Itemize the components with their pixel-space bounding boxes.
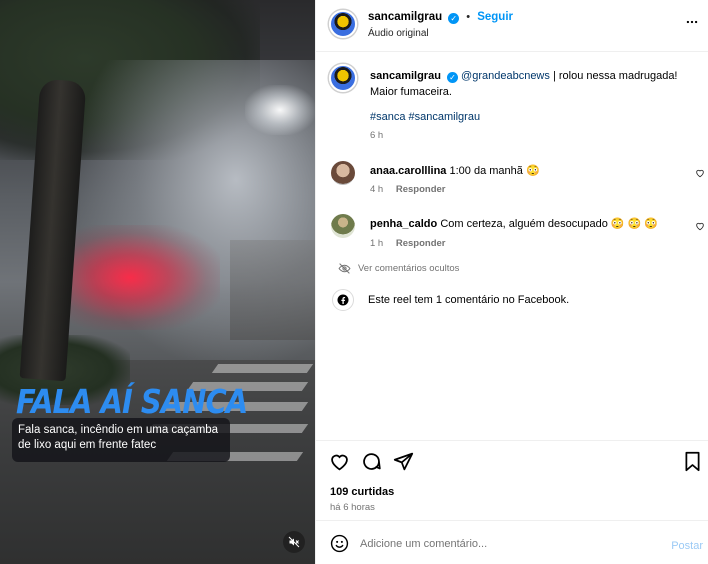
hidden-comments-label: Ver comentários ocultos bbox=[358, 263, 460, 274]
comment-avatar[interactable] bbox=[331, 214, 355, 238]
comment-avatar[interactable] bbox=[331, 161, 355, 185]
add-comment-bar: Postar bbox=[316, 520, 708, 564]
verified-badge-icon: ✓ bbox=[448, 13, 460, 24]
video-overlay-title: FALA AÍ SANCA bbox=[16, 382, 248, 422]
comment-username[interactable]: anaa.carolllina bbox=[370, 165, 446, 177]
audio-label[interactable]: Áudio original bbox=[368, 28, 513, 39]
comment-meta: 4 h Responder bbox=[370, 184, 445, 195]
post-panel: sancamilgrau ✓ • Seguir Áudio original s… bbox=[315, 0, 708, 564]
street-lamp-glow bbox=[245, 85, 315, 135]
comment-item: penha_caldo Com certeza, alguém desocupa… bbox=[370, 217, 658, 230]
follow-button[interactable]: Seguir bbox=[477, 11, 513, 23]
more-options-icon[interactable] bbox=[685, 15, 699, 30]
author-avatar[interactable] bbox=[329, 10, 357, 38]
mute-button[interactable] bbox=[283, 531, 305, 553]
caption-username[interactable]: sancamilgrau bbox=[370, 70, 441, 82]
separator-dot: • bbox=[466, 11, 471, 23]
building bbox=[230, 240, 315, 340]
emoji-icon[interactable] bbox=[330, 534, 349, 553]
post-comment-button[interactable]: Postar bbox=[671, 540, 703, 552]
fire-glow bbox=[70, 225, 220, 330]
caption-verified-icon: ✓ bbox=[446, 72, 458, 83]
caption-author-avatar[interactable] bbox=[329, 64, 357, 92]
reply-button[interactable]: Responder bbox=[396, 184, 446, 195]
post-age: há 6 horas bbox=[330, 502, 375, 513]
comment-input[interactable] bbox=[360, 534, 640, 554]
hidden-comments-toggle[interactable]: Ver comentários ocultos bbox=[338, 262, 459, 275]
hashtags[interactable]: #sanca #sancamilgrau bbox=[370, 111, 480, 123]
reel-video[interactable]: FALA AÍ SANCA Fala sanca, incêndio em um… bbox=[0, 0, 315, 564]
facebook-icon bbox=[332, 289, 354, 311]
comment-text: 1:00 da manhã 😳 bbox=[449, 165, 540, 177]
eye-slash-icon bbox=[338, 263, 351, 274]
comment-item: anaa.carolllina 1:00 da manhã 😳 bbox=[370, 164, 540, 177]
reply-button[interactable]: Responder bbox=[396, 238, 446, 249]
like-heart-icon[interactable] bbox=[329, 451, 350, 472]
author-username[interactable]: sancamilgrau bbox=[368, 11, 442, 23]
post-header: sancamilgrau ✓ • Seguir Áudio original bbox=[316, 0, 708, 52]
comment-text: Com certeza, alguém desocupado 😳 😳 😳 bbox=[440, 218, 659, 230]
like-comment-heart-icon[interactable] bbox=[695, 168, 705, 181]
save-bookmark-icon[interactable] bbox=[683, 451, 702, 472]
mention-link[interactable]: @grandeabcnews bbox=[461, 70, 550, 82]
facebook-comment-note[interactable]: Este reel tem 1 comentário no Facebook. bbox=[368, 294, 569, 306]
speaker-muted-icon bbox=[288, 536, 300, 548]
comment-username[interactable]: penha_caldo bbox=[370, 218, 437, 230]
post-caption: sancamilgrau ✓ @grandeabcnews | rolou ne… bbox=[370, 68, 695, 100]
comment-time: 1 h bbox=[370, 238, 384, 249]
like-comment-heart-icon[interactable] bbox=[695, 221, 705, 234]
likes-count[interactable]: 109 curtidas bbox=[330, 486, 394, 498]
share-paper-plane-icon[interactable] bbox=[393, 451, 414, 472]
post-time: 6 h bbox=[370, 130, 384, 141]
video-caption: Fala sanca, incêndio em uma caçamba de l… bbox=[12, 418, 230, 462]
comment-bubble-icon[interactable] bbox=[361, 451, 382, 472]
comment-meta: 1 h Responder bbox=[370, 238, 445, 249]
comment-time: 4 h bbox=[370, 184, 384, 195]
